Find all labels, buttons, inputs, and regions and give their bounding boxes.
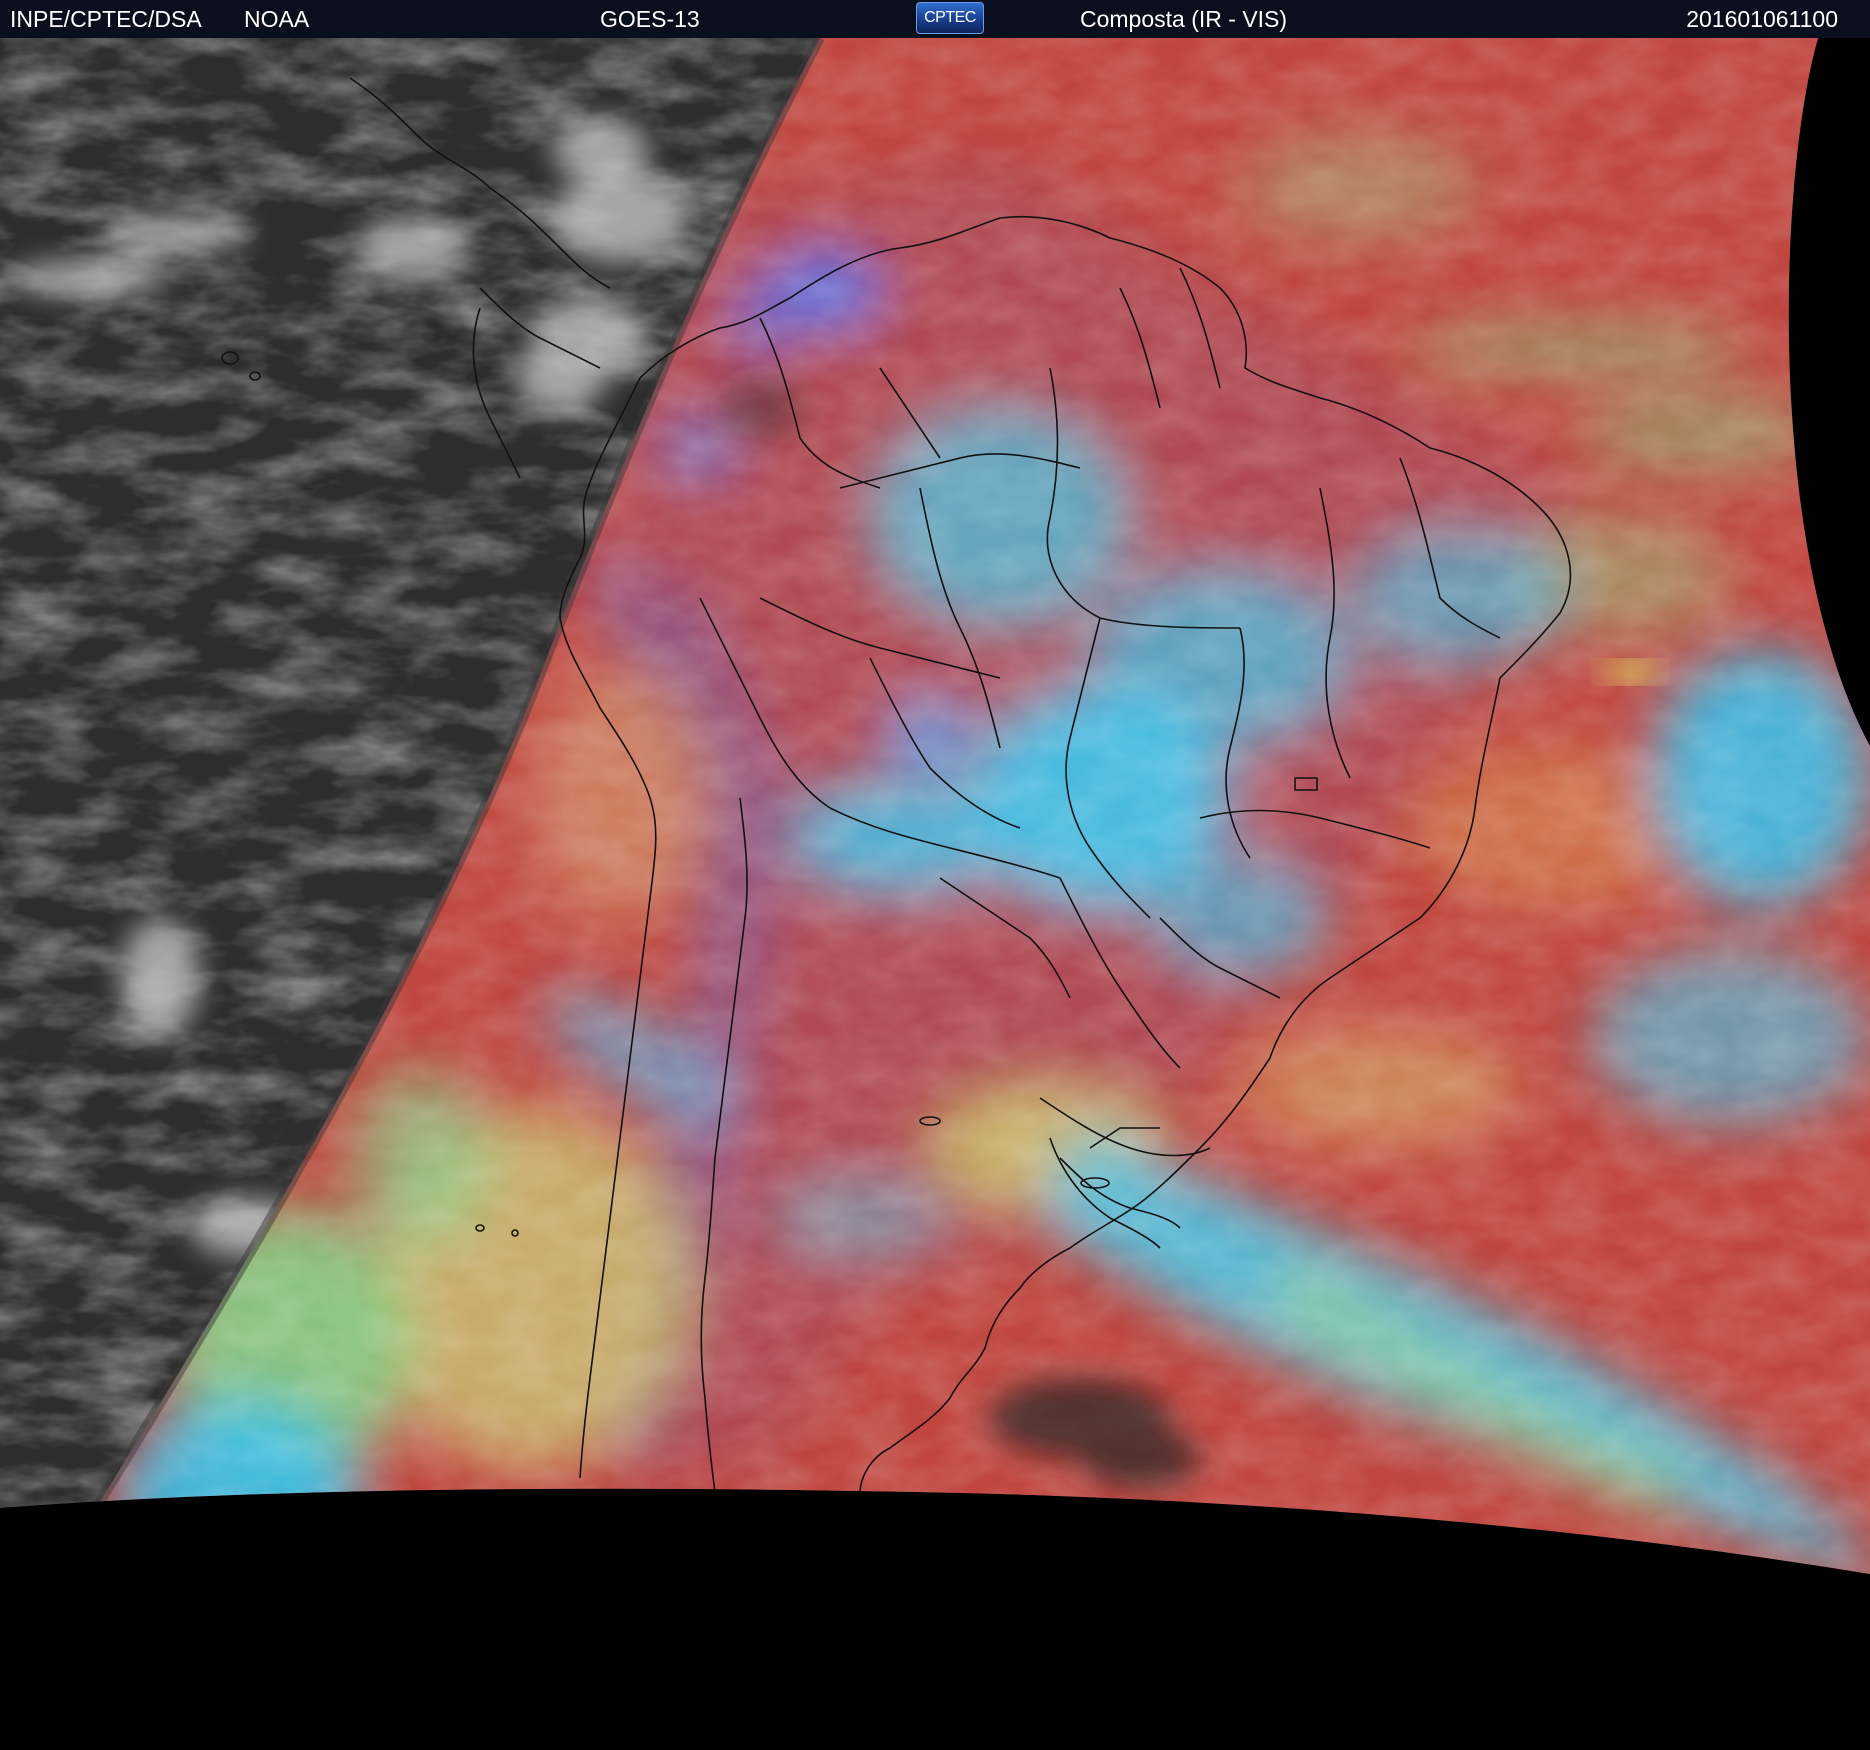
satellite-label: GOES-13 (600, 6, 700, 32)
satellite-composite-map (0, 38, 1870, 1574)
product-label: Composta (IR - VIS) (1080, 6, 1288, 32)
satellite-image-page: INPE/CPTEC/DSA NOAA GOES-13 CPTEC Compos… (0, 0, 1870, 1750)
timestamp-label: 201601061100 (1686, 6, 1838, 32)
cptec-logo: CPTEC (916, 2, 984, 34)
image-header-bar: INPE/CPTEC/DSA NOAA GOES-13 CPTEC Compos… (0, 0, 1870, 38)
organization-label: INPE/CPTEC/DSA (10, 6, 202, 32)
agency-label: NOAA (244, 6, 310, 32)
